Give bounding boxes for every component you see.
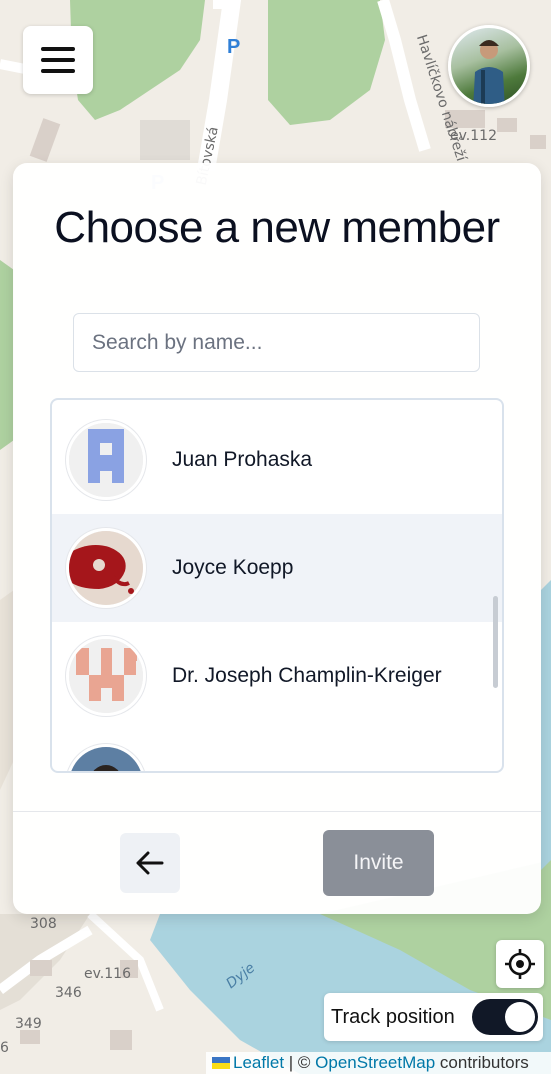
leaflet-link[interactable]: Leaflet: [233, 1053, 284, 1072]
parking-symbol: P: [227, 36, 241, 58]
hamburger-menu-button[interactable]: [23, 26, 93, 94]
member-name: Juan Prohaska: [172, 448, 313, 471]
user-avatar[interactable]: [448, 25, 530, 107]
house-number: 349: [15, 1016, 42, 1032]
member-row[interactable]: [52, 730, 502, 771]
crosshair-icon: [505, 949, 535, 979]
attribution-suffix: contributors: [435, 1053, 529, 1072]
house-number: 6: [0, 1040, 9, 1056]
identicon-avatar: [69, 639, 143, 713]
member-name: Joyce Koepp: [172, 556, 294, 579]
member-list[interactable]: Juan Prohaska Joyce Koepp Dr. Joseph Cha…: [50, 398, 504, 773]
avatar: [66, 420, 146, 500]
list-scrollbar[interactable]: [493, 596, 498, 688]
avatar: [66, 744, 146, 771]
dialog-footer-divider: [13, 811, 541, 812]
member-row[interactable]: Dr. Joseph Champlin-Kreiger: [52, 622, 502, 730]
hamburger-menu-icon-line: [41, 58, 75, 62]
hamburger-menu-icon-line: [41, 69, 75, 73]
track-position-toggle[interactable]: [472, 999, 538, 1035]
arrow-left-icon: [136, 851, 164, 875]
photo-avatar: [69, 747, 143, 771]
toggle-knob: [505, 1002, 535, 1032]
track-position-label: Track position: [331, 1005, 455, 1028]
openstreetmap-link[interactable]: OpenStreetMap: [315, 1053, 435, 1072]
dialog-title: Choose a new member: [54, 203, 500, 252]
house-number: ev.112: [450, 128, 497, 144]
invite-button[interactable]: Invite: [323, 830, 434, 896]
house-number: 308: [30, 916, 57, 932]
house-number: ev.116: [84, 966, 131, 982]
track-position-panel: Track position: [324, 993, 543, 1041]
choose-member-dialog: Choose a new member Juan Prohaska: [13, 163, 541, 914]
attribution-separator: | ©: [284, 1053, 316, 1072]
avatar: [66, 636, 146, 716]
member-name: Dr. Joseph Champlin-Kreiger: [172, 664, 442, 687]
search-input[interactable]: [73, 313, 480, 372]
back-button[interactable]: [120, 833, 180, 893]
ukraine-flag-icon: [212, 1057, 230, 1069]
member-row[interactable]: Joyce Koepp: [52, 514, 502, 622]
photo-avatar: [69, 531, 143, 605]
identicon-avatar: [69, 423, 143, 497]
member-row[interactable]: Juan Prohaska: [52, 406, 502, 514]
hamburger-menu-icon: [41, 47, 75, 51]
locate-me-button[interactable]: [496, 940, 544, 988]
map-attribution: Leaflet | © OpenStreetMap contributors: [206, 1052, 551, 1074]
house-number: 346: [55, 985, 82, 1001]
avatar: [66, 528, 146, 608]
